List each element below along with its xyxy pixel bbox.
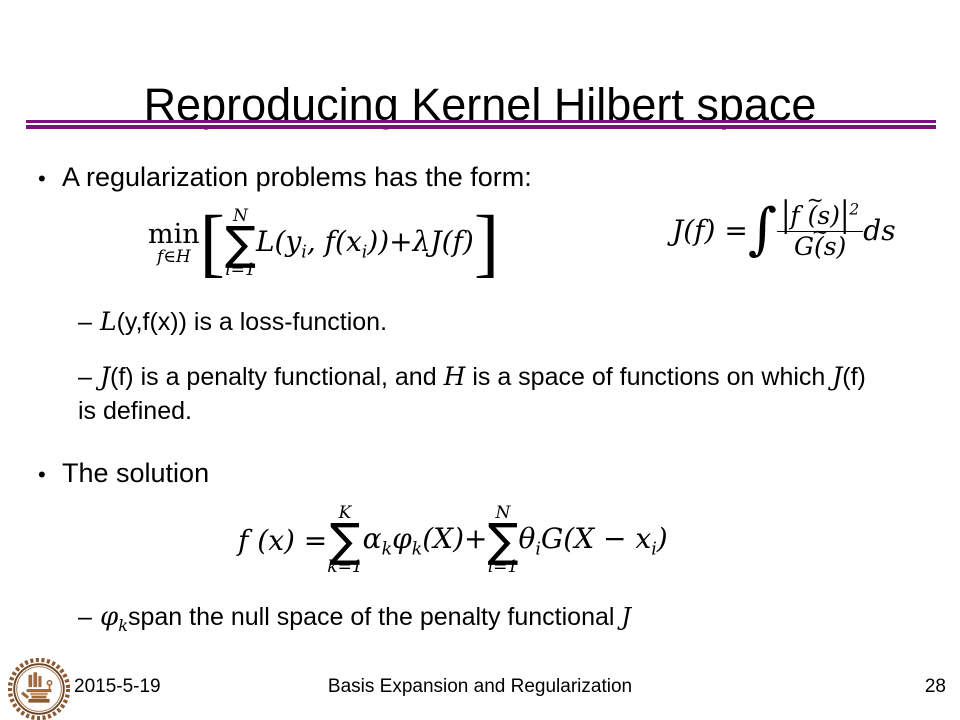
- penalty-text-part1: (f) is a penalty functional, and: [110, 363, 444, 391]
- subbullet-marker: –: [78, 308, 92, 336]
- alpha-symbol: α: [362, 521, 382, 555]
- fraction-denominator: ~ G(s): [777, 220, 863, 260]
- alpha-subscript: k: [381, 539, 393, 560]
- footer-subject: Basis Expansion and Regularization: [327, 676, 633, 697]
- phi-k-inline: φk: [100, 602, 128, 636]
- jf-lhs: J(f) =: [672, 213, 748, 247]
- lambda-penalty-term: λJ(f): [412, 224, 474, 258]
- bracket-close: ]: [473, 201, 500, 286]
- plus-operator: +: [389, 224, 413, 258]
- bullet-penalty-functional: – J(f) is a penalty functional, and H is …: [78, 360, 878, 428]
- bullet-marker-2: •: [38, 461, 46, 487]
- divider-line-bottom: [26, 125, 936, 129]
- bullet-marker: •: [38, 165, 46, 191]
- bullet-regularization: • A regularization problems has the form:: [38, 160, 532, 196]
- symbol-script-l: L: [100, 307, 117, 336]
- min-label: min: [148, 218, 200, 250]
- bullet-the-solution-text: The solution: [62, 458, 210, 488]
- differential-ds: ds: [863, 213, 896, 247]
- title-divider: [26, 120, 936, 129]
- kernel-close-paren: ): [656, 521, 668, 555]
- symbol-script-j3: J: [621, 603, 632, 631]
- sum1-lower-limit: k=1: [327, 557, 363, 578]
- tilde-accent-denominator: ~: [811, 219, 829, 244]
- sigma-icon-1: ∑: [329, 513, 361, 567]
- min-operator: min f∈H: [148, 218, 200, 267]
- solution-lhs: f (x) =: [238, 524, 328, 558]
- phi-subscript: k: [411, 539, 423, 560]
- integral-icon: ∫: [747, 197, 777, 263]
- equation-penalty-functional: J(f) =∫ | ~ f (s)|2 ~ G(s) ds: [672, 189, 896, 263]
- loss-term-close: )): [367, 224, 390, 258]
- tilde-accent-numerator: ~: [806, 188, 824, 213]
- bracket-open: [: [199, 201, 225, 286]
- g-tilde: ~ G(s): [794, 220, 846, 260]
- abs-bar-right: |: [839, 193, 850, 235]
- bullet-span-null-space: – φkspan the null space of the penalty fu…: [78, 600, 631, 643]
- span-null-text: span the null space of the penalty funct…: [127, 603, 622, 631]
- equation-regularization-problem: min f∈H [ N ∑ i=1 L(yi, f(xi))+λJ(f)]: [148, 201, 500, 286]
- kernel-term: θiG(X − xi): [518, 522, 667, 560]
- plus-operator-2: +: [464, 521, 488, 555]
- basis-argument: (X): [422, 521, 465, 555]
- equation-solution: f (x) = K ∑ k=1 αkφk(X)+ N ∑ i=1 θiG(X −…: [238, 505, 668, 576]
- green-function: G(X − x: [540, 521, 652, 555]
- bullet-loss-function-text: (y,f(x)) is a loss-function.: [116, 308, 388, 336]
- symbol-script-h: H: [443, 362, 466, 391]
- theta-symbol: θ: [518, 521, 536, 555]
- summation-operator: N ∑ i=1: [225, 208, 256, 279]
- symbol-script-j: J: [100, 362, 111, 391]
- min-subscript: f∈H: [156, 246, 191, 267]
- bullet-loss-function: – L(y,f(x)) is a loss-function.: [78, 305, 387, 339]
- phi-inline-subscript: k: [118, 616, 128, 636]
- bullet-the-solution: • The solution: [38, 456, 209, 492]
- loss-term-head: L(y: [255, 224, 302, 258]
- symbol-script-j2: J: [832, 362, 843, 391]
- abs-bar-left: |: [780, 193, 791, 235]
- fraction: | ~ f (s)|2 ~ G(s): [776, 189, 864, 260]
- subbullet-marker-2: –: [78, 363, 92, 391]
- summation-operator-i: N ∑ i=1: [487, 505, 518, 576]
- footer-page-number: 28: [924, 676, 946, 697]
- phi-symbol: φ: [392, 521, 412, 555]
- bullet-regularization-text: A regularization problems has the form:: [62, 162, 532, 192]
- phi-inline-symbol: φ: [100, 602, 119, 632]
- subbullet-marker-3: –: [78, 603, 92, 631]
- power-two: 2: [849, 200, 860, 219]
- basis-term: αkφk(X)+: [363, 522, 488, 560]
- sum2-lower-limit: i=1: [487, 557, 519, 578]
- sigma-icon-2: ∑: [487, 513, 519, 567]
- loss-term-mid: , f(x: [306, 224, 362, 258]
- penalty-text-part2: is a space of functions on which: [465, 363, 833, 391]
- summation-operator-k: K ∑ k=1: [327, 505, 362, 576]
- loss-term: L(yi, f(xi))+λJ(f): [256, 225, 474, 263]
- sigma-icon: ∑: [224, 216, 256, 270]
- slide-footer: 2015-5-19 Basis Expansion and Regulariza…: [0, 658, 960, 720]
- sum-lower-limit: i=1: [225, 260, 256, 281]
